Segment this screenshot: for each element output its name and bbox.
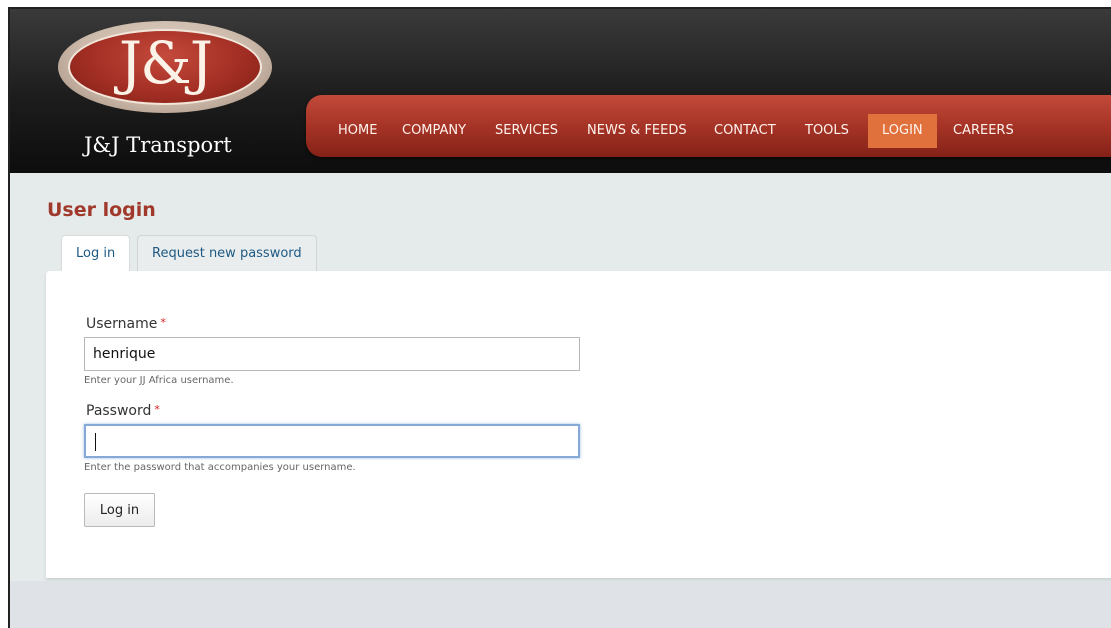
nav-tools[interactable]: TOOLS	[791, 114, 863, 148]
password-label-text: Password	[86, 403, 152, 419]
site-logo[interactable]: J&J	[58, 21, 272, 113]
browser-viewport: J&J J&J Transport HOME COMPANY SERVICES …	[8, 7, 1111, 628]
nav-careers[interactable]: CAREERS	[939, 114, 1028, 148]
footer-band	[10, 581, 1111, 628]
password-help: Enter the password that accompanies your…	[84, 462, 356, 473]
nav-home[interactable]: HOME	[324, 114, 391, 148]
main-content: User login Log in Request new password U…	[10, 173, 1111, 628]
username-help: Enter your JJ Africa username.	[84, 375, 234, 386]
login-form-panel: Username* Enter your JJ Africa username.…	[46, 271, 1111, 578]
text-caret	[95, 433, 96, 451]
brand-name: J&J Transport	[84, 133, 232, 157]
password-label: Password *	[86, 403, 160, 419]
tab-request-new-password[interactable]: Request new password	[137, 235, 317, 271]
username-input[interactable]	[84, 337, 580, 371]
username-label: Username *	[86, 316, 166, 332]
tab-log-in[interactable]: Log in	[61, 235, 131, 272]
nav-company[interactable]: COMPANY	[388, 114, 480, 148]
nav-contact[interactable]: CONTACT	[700, 114, 790, 148]
log-in-button[interactable]: Log in	[84, 493, 155, 527]
nav-login[interactable]: LOGIN	[868, 114, 937, 148]
logo-mark: J&J	[118, 29, 213, 97]
page-title: User login	[47, 199, 156, 221]
site-header: J&J J&J Transport HOME COMPANY SERVICES …	[10, 9, 1111, 173]
nav-news-feeds[interactable]: NEWS & FEEDS	[573, 114, 701, 148]
username-label-text: Username	[86, 316, 158, 332]
required-marker: *	[160, 316, 166, 329]
password-input[interactable]	[84, 424, 580, 458]
main-nav: HOME COMPANY SERVICES NEWS & FEEDS CONTA…	[306, 95, 1111, 157]
required-marker: *	[154, 403, 160, 416]
nav-services[interactable]: SERVICES	[481, 114, 572, 148]
